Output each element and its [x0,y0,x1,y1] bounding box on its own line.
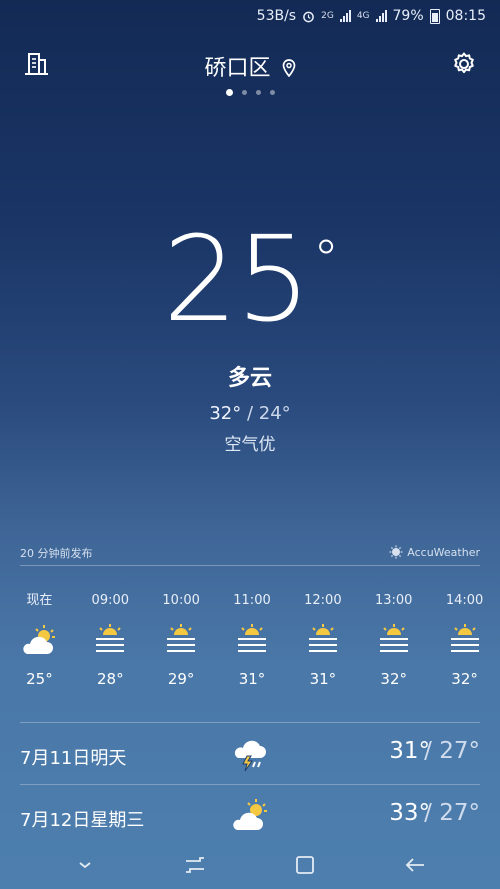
battery-level: 79% [392,8,424,24]
hourly-item: 11:00 31° [217,590,288,688]
haze-sun-icon [308,624,337,652]
partly-cloudy-icon [233,799,267,830]
hour-temp: 28° [96,670,124,688]
hour-temp: 31° [309,670,337,688]
temperature-value: 25 [162,210,311,348]
network-type-1: 2G [321,11,334,21]
hour-time: 14:00 [445,593,484,608]
divider [20,784,480,785]
clock: 08:15 [445,8,486,24]
signal-icon [339,10,351,22]
page-dot [269,90,275,95]
temperature-range: 32° / 24° [0,403,500,424]
alarm-icon [303,11,314,22]
hourly-item: 10:00 29° [146,590,217,688]
hourly-item: 09:00 28° [75,590,146,688]
hourly-item: 现在 25° [4,590,75,688]
accuweather-logo-icon [389,545,403,559]
low-temp: 24° [258,403,291,424]
page-dot [241,90,247,95]
current-temperature: 25° [0,220,500,338]
settings-gear-icon[interactable] [450,50,478,78]
hour-time: 12:00 [304,593,342,608]
home-square-icon [296,856,314,874]
daily-low: / 27° [424,800,480,826]
daily-date: 7月12日星期三 [20,810,145,831]
publish-bar: 20 分钟前发布 AccuWeather [20,545,480,566]
weather-condition: 多云 [227,366,272,391]
hour-temp: 25° [26,670,53,688]
location-name: 硚口区 [204,56,271,81]
publish-time: 20 分钟前发布 [20,547,93,560]
hourly-forecast[interactable]: 现在 25° 09:00 28° 10:00 29° 11:00 31° 12:… [4,590,500,688]
hour-temp: 32° [451,670,478,688]
page-dot-active [225,89,233,96]
hourly-item: 14:00 32° [429,590,500,688]
hour-temp: 29° [167,670,195,688]
signal-icon [375,10,387,22]
daily-date: 7月11日明天 [20,748,127,769]
hour-time: 11:00 [233,593,271,608]
battery-icon [429,8,440,24]
daily-low: / 27° [424,738,480,764]
home-button[interactable] [290,850,320,880]
air-quality[interactable]: 空气优 [0,430,500,455]
hide-nav-button[interactable] [70,850,100,880]
divider [20,722,480,723]
hour-time: 10:00 [162,593,200,608]
location-title[interactable]: 硚口区 [0,50,500,82]
recent-apps-button[interactable] [180,850,210,880]
daily-row[interactable]: 7月11日明天 31° / 27° [20,724,480,784]
back-arrow-icon [405,858,424,872]
partly-cloudy-icon [23,625,56,654]
hourly-item: 13:00 32° [358,590,429,688]
haze-sun-icon [379,624,408,652]
status-bar: 53B/s 2G 4G 79% 08:15 [0,0,500,32]
haze-sun-icon [450,624,479,652]
high-temp: 32° [209,403,242,424]
haze-sun-icon [238,624,266,652]
provider-name: AccuWeather [407,545,480,559]
hour-temp: 32° [380,670,408,688]
page-indicator [0,89,500,96]
location-pin-icon [282,59,295,77]
network-type-2: 4G [356,11,370,21]
daily-row[interactable]: 7月12日星期三 33° / 27° [20,786,480,846]
network-speed: 53B/s [256,8,297,24]
thunderstorm-icon [234,740,266,772]
page-dot [255,90,261,95]
hour-time: 现在 [26,593,53,608]
provider-link[interactable]: AccuWeather [389,545,480,559]
chevron-down-icon [79,862,91,869]
hour-time: 09:00 [91,593,130,608]
back-button[interactable] [400,850,430,880]
navigation-bar [0,841,500,889]
hour-time: 13:00 [374,593,413,608]
degree-symbol: ° [313,230,339,290]
recent-apps-icon [186,857,204,873]
haze-sun-icon [167,624,196,652]
haze-sun-icon [96,624,125,652]
top-bar: 硚口区 [0,44,500,84]
range-separator: / [241,403,259,424]
hourly-item: 12:00 31° [287,590,358,688]
hour-temp: 31° [238,670,266,688]
